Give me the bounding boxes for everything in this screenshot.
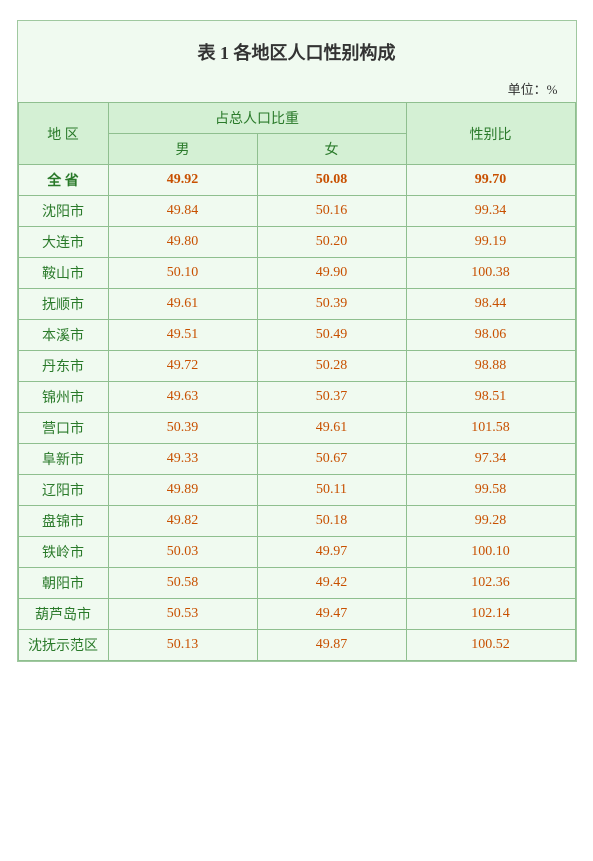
- cell-sex-ratio: 98.06: [406, 320, 575, 351]
- cell-sex-ratio: 102.36: [406, 568, 575, 599]
- cell-region: 锦州市: [18, 382, 108, 413]
- cell-sex-ratio: 98.88: [406, 351, 575, 382]
- cell-sex-ratio: 99.19: [406, 227, 575, 258]
- cell-region: 大连市: [18, 227, 108, 258]
- header-female: 女: [257, 134, 406, 165]
- cell-female: 50.18: [257, 506, 406, 537]
- header-proportion-group: 占总人口比重: [108, 103, 406, 134]
- table-row: 锦州市49.6350.3798.51: [18, 382, 575, 413]
- data-table: 地 区 占总人口比重 性别比 男 女 全 省49.9250.0899.70沈阳市…: [18, 102, 576, 661]
- cell-sex-ratio: 97.34: [406, 444, 575, 475]
- cell-male: 50.13: [108, 630, 257, 661]
- cell-female: 50.20: [257, 227, 406, 258]
- table-row: 本溪市49.5150.4998.06: [18, 320, 575, 351]
- cell-sex-ratio: 99.28: [406, 506, 575, 537]
- cell-male: 49.51: [108, 320, 257, 351]
- cell-region: 沈阳市: [18, 196, 108, 227]
- cell-sex-ratio: 100.38: [406, 258, 575, 289]
- cell-male: 50.53: [108, 599, 257, 630]
- cell-male: 49.61: [108, 289, 257, 320]
- cell-region: 朝阳市: [18, 568, 108, 599]
- cell-male: 49.72: [108, 351, 257, 382]
- cell-female: 50.67: [257, 444, 406, 475]
- cell-female: 49.42: [257, 568, 406, 599]
- cell-sex-ratio: 100.10: [406, 537, 575, 568]
- table-row: 铁岭市50.0349.97100.10: [18, 537, 575, 568]
- cell-sex-ratio: 99.58: [406, 475, 575, 506]
- cell-female: 50.37: [257, 382, 406, 413]
- unit-label: 单位：%: [18, 77, 576, 102]
- cell-region: 辽阳市: [18, 475, 108, 506]
- cell-region: 阜新市: [18, 444, 108, 475]
- cell-male: 49.80: [108, 227, 257, 258]
- header-male: 男: [108, 134, 257, 165]
- cell-region: 葫芦岛市: [18, 599, 108, 630]
- cell-female: 49.61: [257, 413, 406, 444]
- table-row: 抚顺市49.6150.3998.44: [18, 289, 575, 320]
- cell-region: 抚顺市: [18, 289, 108, 320]
- cell-female: 49.87: [257, 630, 406, 661]
- table-title: 表 1 各地区人口性别构成: [18, 21, 576, 77]
- cell-region: 丹东市: [18, 351, 108, 382]
- cell-male: 49.84: [108, 196, 257, 227]
- cell-region: 鞍山市: [18, 258, 108, 289]
- cell-male: 49.63: [108, 382, 257, 413]
- table-row: 葫芦岛市50.5349.47102.14: [18, 599, 575, 630]
- table-row: 朝阳市50.5849.42102.36: [18, 568, 575, 599]
- table-row: 全 省49.9250.0899.70: [18, 165, 575, 196]
- cell-female: 50.49: [257, 320, 406, 351]
- table-row: 丹东市49.7250.2898.88: [18, 351, 575, 382]
- table-row: 大连市49.8050.2099.19: [18, 227, 575, 258]
- table-row: 阜新市49.3350.6797.34: [18, 444, 575, 475]
- cell-sex-ratio: 100.52: [406, 630, 575, 661]
- cell-female: 50.08: [257, 165, 406, 196]
- table-row: 沈阳市49.8450.1699.34: [18, 196, 575, 227]
- cell-region: 本溪市: [18, 320, 108, 351]
- table-row: 鞍山市50.1049.90100.38: [18, 258, 575, 289]
- cell-female: 50.39: [257, 289, 406, 320]
- cell-female: 50.16: [257, 196, 406, 227]
- table-container: 表 1 各地区人口性别构成 单位：% 地 区 占总人口比重 性别比 男 女 全 …: [17, 20, 577, 662]
- table-row: 沈抚示范区50.1349.87100.52: [18, 630, 575, 661]
- cell-sex-ratio: 98.44: [406, 289, 575, 320]
- cell-female: 49.47: [257, 599, 406, 630]
- cell-region: 营口市: [18, 413, 108, 444]
- cell-sex-ratio: 98.51: [406, 382, 575, 413]
- cell-region: 盘锦市: [18, 506, 108, 537]
- cell-region: 铁岭市: [18, 537, 108, 568]
- cell-sex-ratio: 99.34: [406, 196, 575, 227]
- table-row: 营口市50.3949.61101.58: [18, 413, 575, 444]
- cell-male: 50.58: [108, 568, 257, 599]
- cell-male: 49.33: [108, 444, 257, 475]
- header-sex-ratio: 性别比: [406, 103, 575, 165]
- cell-female: 49.97: [257, 537, 406, 568]
- cell-male: 50.39: [108, 413, 257, 444]
- cell-region: 全 省: [18, 165, 108, 196]
- cell-sex-ratio: 101.58: [406, 413, 575, 444]
- cell-male: 49.89: [108, 475, 257, 506]
- cell-female: 50.28: [257, 351, 406, 382]
- cell-sex-ratio: 99.70: [406, 165, 575, 196]
- cell-male: 50.10: [108, 258, 257, 289]
- table-row: 辽阳市49.8950.1199.58: [18, 475, 575, 506]
- cell-male: 50.03: [108, 537, 257, 568]
- cell-female: 50.11: [257, 475, 406, 506]
- header-region: 地 区: [18, 103, 108, 165]
- cell-male: 49.82: [108, 506, 257, 537]
- table-row: 盘锦市49.8250.1899.28: [18, 506, 575, 537]
- cell-male: 49.92: [108, 165, 257, 196]
- cell-sex-ratio: 102.14: [406, 599, 575, 630]
- cell-region: 沈抚示范区: [18, 630, 108, 661]
- cell-female: 49.90: [257, 258, 406, 289]
